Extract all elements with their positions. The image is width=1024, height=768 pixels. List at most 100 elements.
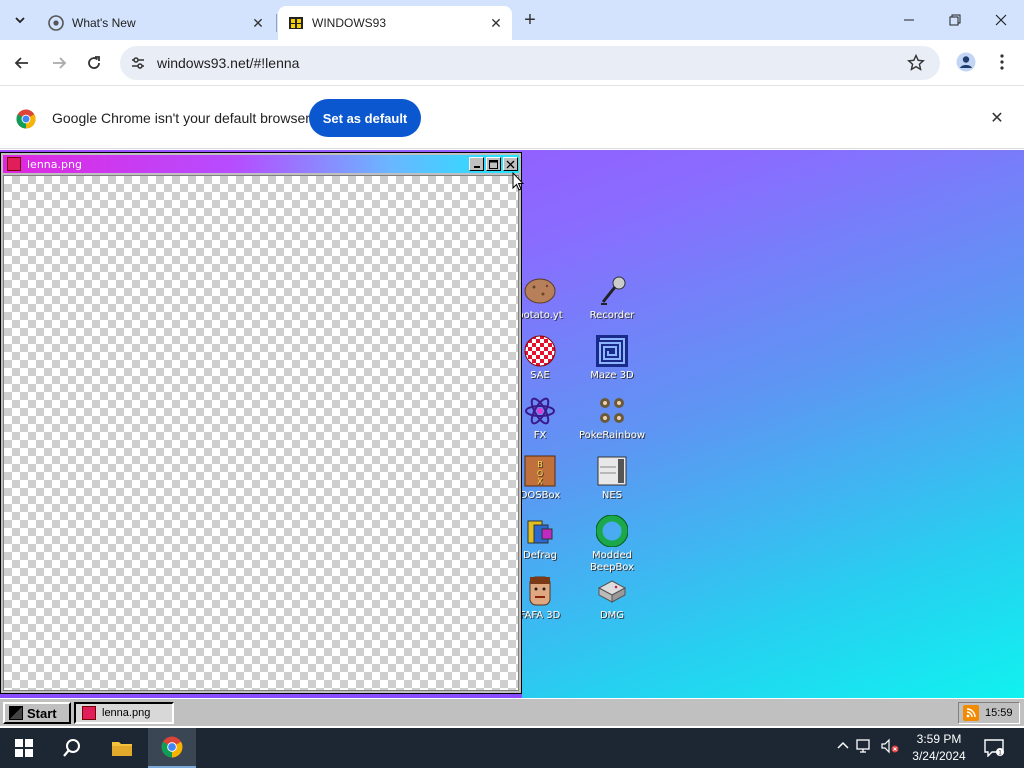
desktop-icon-label: Maze 3D (590, 370, 634, 381)
minimize-icon (904, 19, 914, 21)
windows-logo-icon (15, 739, 33, 757)
chevron-down-icon (15, 17, 25, 24)
svg-text:1: 1 (998, 750, 1002, 757)
reload-button[interactable] (80, 49, 108, 77)
bookmark-star-icon[interactable] (906, 53, 926, 73)
svg-text:B: B (537, 460, 543, 469)
close-window-button[interactable] (978, 0, 1024, 40)
notification-icon: 1 (984, 739, 1004, 757)
tab-whats-new[interactable]: What's New ✕ (38, 6, 274, 40)
window-title: lenna.png (27, 158, 82, 171)
microphone-icon (595, 274, 629, 308)
url-text: windows93.net/#!lenna (157, 55, 300, 71)
window-minimize-button[interactable] (469, 157, 484, 171)
chevron-up-icon[interactable] (836, 739, 850, 753)
browser-toolbar: windows93.net/#!lenna (0, 40, 1024, 86)
start-button[interactable]: Start (3, 702, 71, 724)
w93-taskbar: Start lenna.png 15:59 (0, 698, 1024, 726)
site-info-icon[interactable] (128, 53, 148, 73)
svg-text:X: X (537, 477, 543, 486)
defrag-icon (523, 514, 557, 548)
desktop-icon-dmg[interactable]: DMG (572, 574, 652, 622)
file-explorer-button[interactable] (98, 728, 146, 768)
chrome-logo-icon (161, 736, 183, 758)
tab-title: What's New (72, 16, 136, 30)
face-icon (523, 574, 557, 608)
lenna-window: lenna.png (0, 152, 522, 694)
w93-clock: 15:59 (985, 707, 1013, 719)
windows-taskbar: 3:59 PM 3/24/2024 1 (0, 728, 1024, 768)
set-as-default-button[interactable]: Set as default (309, 99, 421, 137)
desktop-icon-recorder[interactable]: Recorder (572, 274, 652, 322)
infobar-close-icon[interactable]: ✕ (986, 107, 1008, 129)
rss-icon[interactable] (963, 705, 979, 721)
start-label: Start (27, 705, 57, 721)
chrome-logo-icon (16, 109, 36, 129)
arrow-left-icon (14, 57, 28, 69)
close-tab-icon[interactable]: ✕ (486, 13, 506, 33)
windows93-logo-icon (9, 706, 23, 720)
windows93-desktop: potato.yt Recorder SAE Maze 3D FX PokeRa… (0, 150, 1024, 726)
search-icon (63, 739, 80, 757)
beepbox-ring-icon (595, 514, 629, 548)
chrome-menu-button[interactable] (990, 49, 1014, 75)
search-button[interactable] (48, 728, 96, 768)
window-maximize-button[interactable] (486, 157, 501, 171)
chrome-favicon-icon (48, 15, 64, 31)
volume-muted-icon[interactable] (880, 738, 900, 754)
potato-icon (523, 274, 557, 308)
desktop-icon-label: Recorder (589, 310, 635, 321)
reload-icon (88, 56, 100, 69)
notification-center-button[interactable]: 1 (982, 736, 1006, 760)
close-icon (506, 160, 515, 168)
network-icon[interactable] (856, 738, 874, 754)
profile-button[interactable] (953, 49, 979, 75)
address-bar[interactable]: windows93.net/#!lenna (120, 46, 940, 80)
folder-icon (112, 742, 132, 756)
desktop-icon-label: Modded BeepBox (589, 550, 635, 573)
tab-search-button[interactable] (8, 8, 32, 32)
tab-title: WINDOWS93 (312, 16, 387, 30)
image-file-icon (7, 157, 21, 171)
system-tray (836, 738, 900, 754)
atom-icon (523, 394, 557, 428)
close-tab-icon[interactable]: ✕ (248, 13, 268, 33)
clock-date: 3/24/2024 (912, 749, 966, 763)
infobar-message: Google Chrome isn't your default browser (52, 110, 310, 126)
new-tab-button[interactable]: + (518, 8, 542, 32)
maximize-icon (489, 159, 498, 169)
restore-button[interactable] (932, 0, 978, 40)
close-icon (995, 14, 1007, 26)
forward-button[interactable] (45, 49, 73, 77)
desktop-icon-label: DMG (599, 610, 625, 621)
windows93-favicon-icon (288, 15, 304, 31)
mouse-cursor-icon (512, 172, 524, 191)
desktop-icon-pokerainbow[interactable]: PokeRainbow (572, 394, 652, 442)
restore-icon (949, 14, 961, 26)
image-file-icon (82, 706, 96, 720)
tab-windows93[interactable]: WINDOWS93 ✕ (278, 6, 512, 40)
arrow-right-icon (53, 57, 67, 69)
window-titlebar[interactable]: lenna.png (3, 155, 519, 173)
pokerainbow-icon (595, 394, 629, 428)
default-browser-infobar: Google Chrome isn't your default browser… (0, 87, 1024, 149)
desktop-icon-nes[interactable]: NES (572, 454, 652, 502)
back-button[interactable] (8, 49, 36, 77)
tab-strip: What's New ✕ WINDOWS93 ✕ + (0, 0, 1024, 40)
chrome-taskbar-button[interactable] (148, 728, 196, 768)
windows-start-button[interactable] (0, 728, 48, 768)
image-canvas[interactable] (3, 175, 519, 691)
taskbar-item-lenna[interactable]: lenna.png (74, 702, 174, 724)
tab-divider (276, 14, 277, 32)
maze-icon (595, 334, 629, 368)
dmg-console-icon (595, 574, 629, 608)
plus-icon: + (524, 8, 536, 31)
taskbar-item-label: lenna.png (102, 707, 151, 719)
system-clock[interactable]: 3:59 PM 3/24/2024 (906, 731, 972, 765)
more-vertical-icon (1000, 54, 1004, 70)
desktop-icon-beepbox[interactable]: Modded BeepBox (572, 514, 652, 574)
desktop-icon-maze3d[interactable]: Maze 3D (572, 334, 652, 382)
window-close-button[interactable] (503, 157, 518, 171)
minimize-button[interactable] (886, 0, 932, 40)
minimize-icon (473, 166, 480, 168)
